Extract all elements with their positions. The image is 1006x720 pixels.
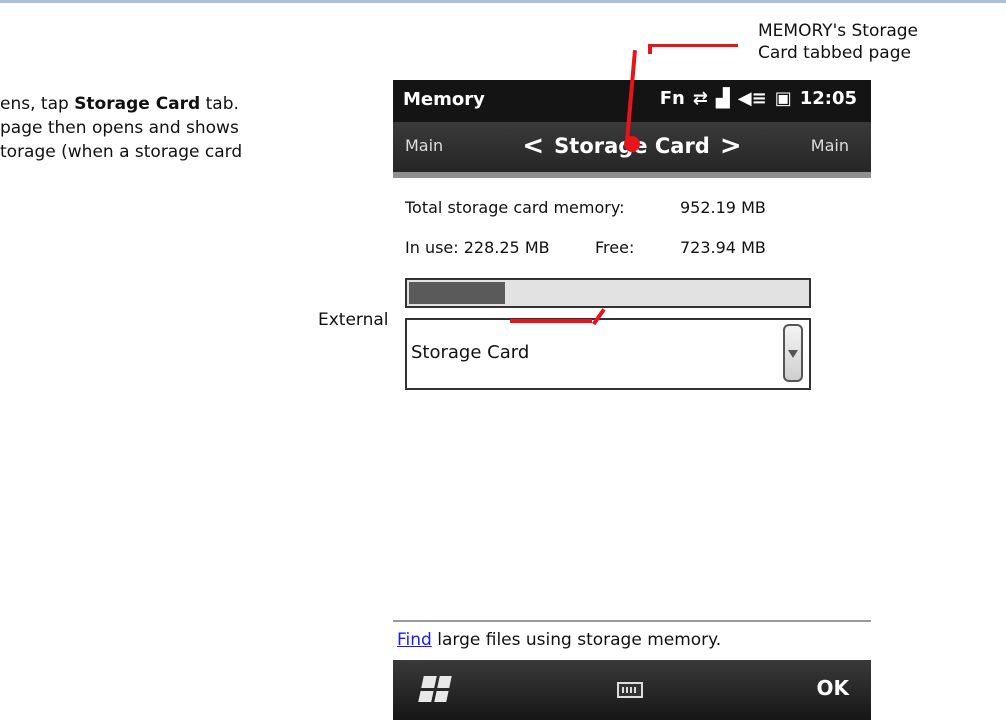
doc-line-1-bold: Storage Card	[74, 94, 201, 114]
doc-line-2-pre: page then opens and shows	[0, 118, 239, 138]
keyboard-icon[interactable]	[617, 682, 643, 698]
storage-select[interactable]: Storage Card	[405, 318, 811, 390]
total-memory-label: Total storage card memory:	[405, 198, 625, 217]
phone-screen: Memory Fn ⇄ ▟ ◀≡ ▣ 12:05 Main < Storage C…	[393, 80, 871, 720]
bottom-bar: OK	[393, 660, 871, 720]
connectivity-icon[interactable]: ⇄	[693, 88, 708, 109]
free-label: Free:	[595, 238, 635, 257]
top-rule	[0, 0, 1006, 3]
battery-icon[interactable]: ▣	[775, 88, 792, 109]
tab-next[interactable]: Main	[811, 136, 849, 155]
status-icons: Fn ⇄ ▟ ◀≡ ▣ 12:05	[660, 88, 857, 109]
callout-dot-top	[624, 136, 640, 152]
find-row: Find large files using storage memory.	[393, 620, 871, 660]
fn-indicator[interactable]: Fn	[660, 88, 685, 109]
doc-line-1: ens, tap Storage Card tab.	[0, 92, 380, 116]
signal-icon[interactable]: ▟	[716, 88, 730, 109]
free-value: 723.94 MB	[680, 238, 766, 257]
total-memory-value: 952.19 MB	[680, 198, 766, 217]
annotation-tabbed-page: MEMORY's Storage Card tabbed page	[758, 20, 918, 64]
in-use-label: In use: 228.25 MB	[405, 238, 550, 257]
find-text: large files using storage memory.	[431, 630, 722, 650]
doc-line-2: page then opens and shows	[0, 116, 380, 140]
chevron-right-icon[interactable]: >	[720, 131, 742, 161]
storage-select-value: Storage Card	[411, 342, 530, 363]
clock-time[interactable]: 12:05	[800, 88, 857, 109]
app-title: Memory	[403, 89, 485, 110]
chevron-down-icon[interactable]	[783, 324, 803, 382]
chevron-left-icon[interactable]: <	[522, 131, 544, 161]
doc-line-3: torage (when a storage card	[0, 140, 380, 164]
annotation-tabbed-page-line1: MEMORY's Storage	[758, 21, 919, 41]
document-text: ens, tap Storage Card tab. page then ope…	[0, 92, 380, 164]
storage-content: Total storage card memory: 952.19 MB In …	[393, 172, 871, 620]
callout-line-top-horizontal	[650, 44, 738, 47]
page: ens, tap Storage Card tab. page then ope…	[0, 0, 1006, 720]
ok-button[interactable]: OK	[817, 676, 850, 700]
doc-line-1-post: tab.	[200, 94, 239, 114]
storage-usage-fill	[409, 282, 505, 304]
windows-start-icon[interactable]	[418, 676, 452, 702]
find-link[interactable]: Find	[397, 630, 432, 650]
storage-usage-bar	[405, 278, 811, 308]
doc-line-3-pre: torage (when a storage card	[0, 142, 243, 162]
annotation-tabbed-page-line2: Card tabbed page	[758, 43, 911, 63]
callout-line-usage-horizontal	[510, 319, 592, 323]
doc-line-1-pre: ens, tap	[0, 94, 75, 114]
callout-line-top-corner	[648, 44, 652, 54]
volume-icon[interactable]: ◀≡	[738, 88, 767, 109]
